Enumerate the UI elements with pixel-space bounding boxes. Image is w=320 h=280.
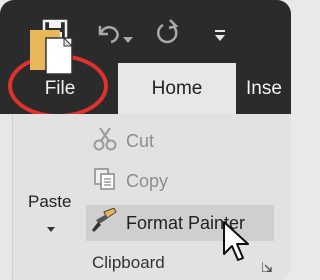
cut-label: Cut — [126, 130, 155, 151]
clipboard-group-label: Clipboard — [92, 253, 165, 272]
cut-button[interactable]: Cut — [92, 126, 154, 156]
paste-label[interactable]: Paste — [28, 192, 71, 212]
scissors-icon — [92, 126, 118, 157]
tab-insert[interactable]: Inse — [246, 63, 291, 114]
tab-home[interactable]: Home — [118, 63, 236, 114]
customize-qat-icon[interactable] — [214, 29, 226, 47]
dialog-launcher-icon[interactable] — [261, 259, 272, 273]
redo-icon[interactable] — [154, 18, 182, 51]
copy-button[interactable]: Copy — [92, 166, 168, 196]
paste-icon — [28, 24, 76, 83]
mouse-cursor-icon — [222, 220, 250, 269]
copy-label: Copy — [126, 170, 169, 191]
copy-icon — [92, 166, 118, 197]
undo-dropdown-icon[interactable] — [123, 30, 133, 48]
paste-button[interactable] — [22, 24, 84, 144]
undo-icon[interactable] — [95, 20, 121, 49]
word-window-crop: File Home Inse Paste Cut Copy Format Pai… — [0, 0, 291, 280]
paintbrush-icon — [90, 206, 118, 239]
paste-dropdown-icon[interactable] — [47, 227, 55, 232]
